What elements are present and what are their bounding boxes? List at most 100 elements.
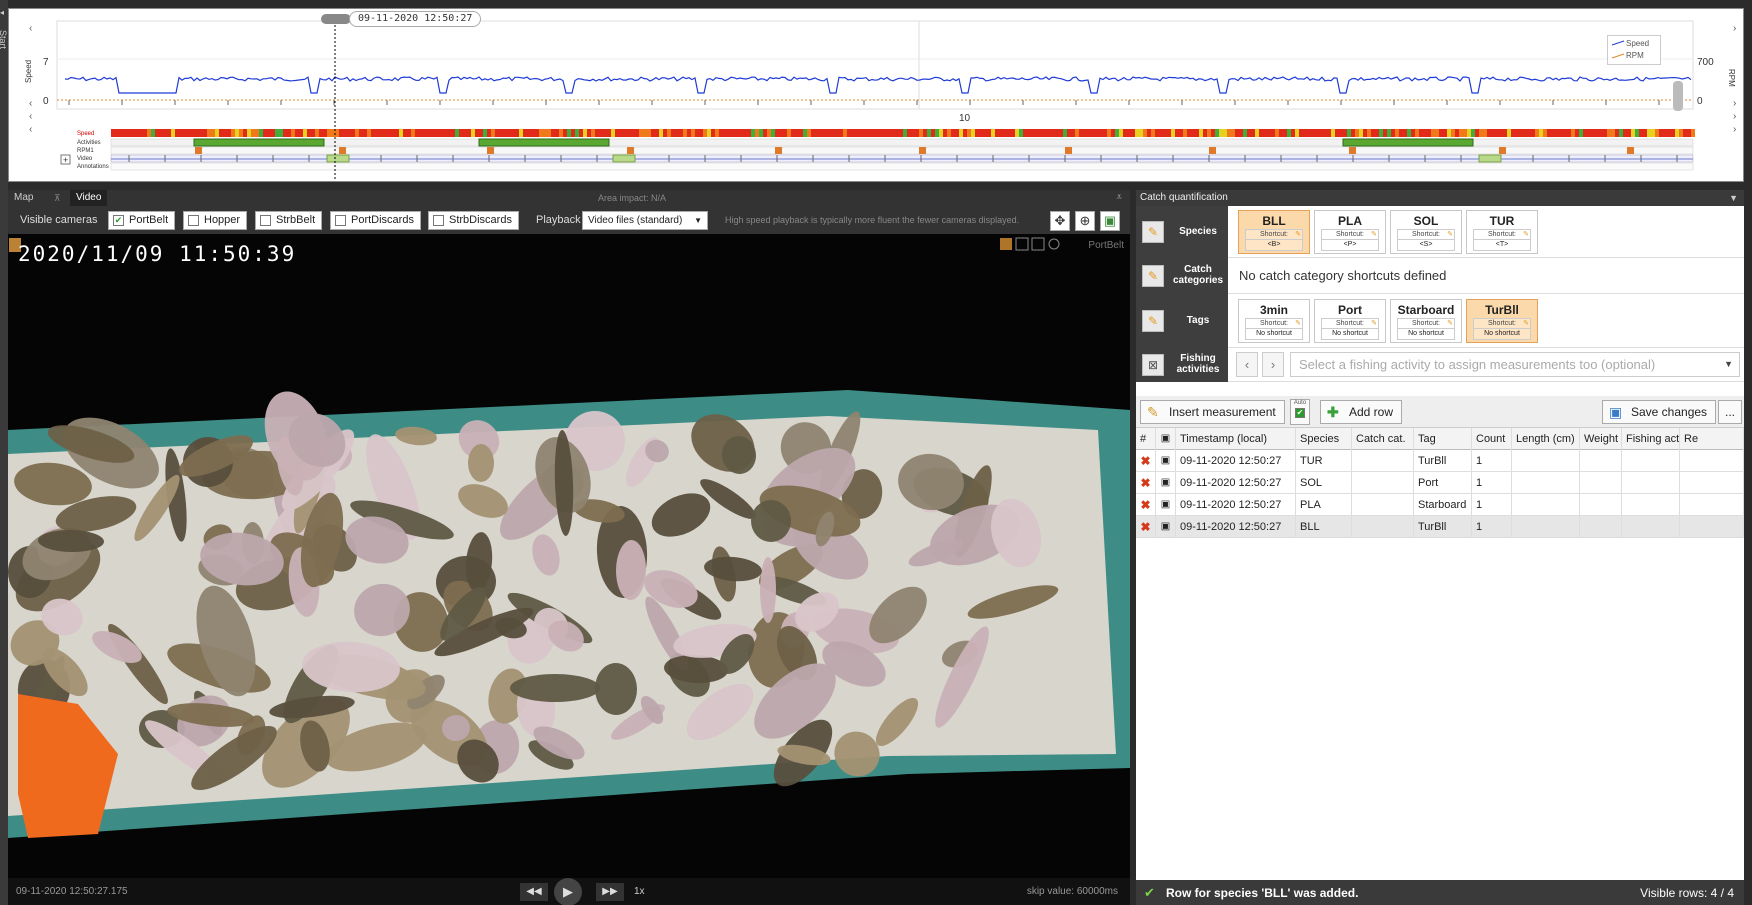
fast-forward-button[interactable]: ▶▶ (596, 883, 624, 901)
table-row[interactable]: ✖ ▣ 09-11-2020 12:50:27 SOL Port 1 (1136, 472, 1744, 494)
clear-fishing-activity-button[interactable]: ⊠ (1142, 354, 1164, 376)
row-image-icon[interactable]: ▣ (1156, 494, 1176, 516)
col-header-length[interactable]: Length (cm) (1512, 428, 1580, 450)
edit-shortcut-icon[interactable]: ✎ (1447, 230, 1453, 239)
camera-toggle-strbbelt[interactable]: StrbBelt (255, 211, 323, 230)
edit-shortcut-icon[interactable]: ✎ (1523, 230, 1529, 239)
cell-length[interactable] (1512, 494, 1580, 516)
scroll-left-low-icon[interactable]: ‹ (29, 112, 32, 122)
cell-timestamp[interactable]: 09-11-2020 12:50:27 (1176, 450, 1296, 472)
cell-species[interactable]: BLL (1296, 516, 1352, 538)
cell-weight[interactable] (1580, 472, 1622, 494)
tag-chip-starboard[interactable]: Starboard Shortcut: ✎ No shortcut (1390, 299, 1462, 343)
edit-tags-button[interactable]: ✎ (1142, 310, 1164, 332)
row-image-icon[interactable]: ▣ (1156, 472, 1176, 494)
edit-catch-categories-button[interactable]: ✎ (1142, 265, 1164, 287)
col-header-weight[interactable]: Weight (1580, 428, 1622, 450)
col-header-species[interactable]: Species (1296, 428, 1352, 450)
more-options-button[interactable]: ... (1718, 400, 1743, 424)
pan-move-icon[interactable]: ✥ (1050, 211, 1070, 231)
cell-count[interactable]: 1 (1472, 494, 1512, 516)
cell-species[interactable]: TUR (1296, 450, 1352, 472)
zoom-pan-icon[interactable]: ⊕ (1075, 211, 1095, 231)
cell-fishing-act[interactable] (1622, 472, 1680, 494)
scroll-left-bottom-icon[interactable]: ‹ (29, 125, 32, 135)
start-sidebar-tab[interactable]: ◂ Start (0, 0, 8, 905)
next-activity-button[interactable]: › (1262, 352, 1284, 377)
panel-menu-icon[interactable]: ⩡ (1116, 190, 1122, 206)
species-chip-pla[interactable]: PLA Shortcut: ✎ <P> (1314, 210, 1386, 254)
scroll-left-top-icon[interactable]: ‹ (29, 24, 32, 34)
tag-chip-3min[interactable]: 3min Shortcut: ✎ No shortcut (1238, 299, 1310, 343)
cell-length[interactable] (1512, 472, 1580, 494)
panel-collapse-icon[interactable]: ▼ (1729, 190, 1738, 206)
table-row[interactable]: ✖ ▣ 09-11-2020 12:50:27 PLA Starboard 1 (1136, 494, 1744, 516)
scroll-right-mid-icon[interactable]: › (1733, 99, 1736, 109)
fishing-activity-select[interactable]: Select a fishing activity to assign meas… (1290, 352, 1740, 377)
time-cursor-handle[interactable] (321, 14, 351, 24)
table-row[interactable]: ✖ ▣ 09-11-2020 12:50:27 BLL TurBll 1 (1136, 516, 1744, 538)
playback-mode-select[interactable]: Video files (standard) ▼ (582, 211, 708, 230)
edit-species-button[interactable]: ✎ (1142, 221, 1164, 243)
cell-re[interactable] (1680, 472, 1744, 494)
row-image-icon[interactable]: ▣ (1156, 450, 1176, 472)
camera-toggle-portdiscards[interactable]: PortDiscards (330, 211, 421, 230)
col-header-index[interactable]: # (1136, 428, 1156, 450)
cell-tag[interactable]: TurBll (1414, 516, 1472, 538)
cell-catch-cat[interactable] (1352, 516, 1414, 538)
edit-shortcut-icon[interactable]: ✎ (1295, 319, 1301, 328)
cell-tag[interactable]: Starboard (1414, 494, 1472, 516)
cell-count[interactable]: 1 (1472, 516, 1512, 538)
scroll-left-mid-icon[interactable]: ‹ (29, 99, 32, 109)
cell-count[interactable]: 1 (1472, 450, 1512, 472)
species-chip-bll[interactable]: BLL Shortcut: ✎ <B> (1238, 210, 1310, 254)
delete-row-icon[interactable]: ✖ (1136, 494, 1156, 516)
scroll-right-low-icon[interactable]: › (1733, 112, 1736, 122)
cell-timestamp[interactable]: 09-11-2020 12:50:27 (1176, 516, 1296, 538)
camera-toggle-strbdiscards[interactable]: StrbDiscards (428, 211, 519, 230)
col-header-timestamp[interactable]: Timestamp (local) (1176, 428, 1296, 450)
delete-row-icon[interactable]: ✖ (1136, 472, 1156, 494)
edit-shortcut-icon[interactable]: ✎ (1371, 230, 1377, 239)
cell-tag[interactable]: TurBll (1414, 450, 1472, 472)
table-row[interactable]: ✖ ▣ 09-11-2020 12:50:27 TUR TurBll 1 (1136, 450, 1744, 472)
expand-arrow-icon[interactable]: ◂ (0, 8, 4, 17)
cell-fishing-act[interactable] (1622, 516, 1680, 538)
cell-timestamp[interactable]: 09-11-2020 12:50:27 (1176, 472, 1296, 494)
rewind-button[interactable]: ◀◀ (520, 883, 548, 901)
tab-map[interactable]: Map (8, 190, 39, 206)
add-row-button[interactable]: ✚ Add row (1320, 400, 1403, 424)
cell-weight[interactable] (1580, 494, 1622, 516)
cell-length[interactable] (1512, 450, 1580, 472)
col-header-fishing-act[interactable]: Fishing act (1622, 428, 1680, 450)
cell-tag[interactable]: Port (1414, 472, 1472, 494)
cell-catch-cat[interactable] (1352, 494, 1414, 516)
cell-length[interactable] (1512, 516, 1580, 538)
cell-weight[interactable] (1580, 450, 1622, 472)
cell-re[interactable] (1680, 516, 1744, 538)
tab-video[interactable]: Video (70, 190, 108, 206)
cell-re[interactable] (1680, 494, 1744, 516)
auto-toggle[interactable]: Auto ✔ (1290, 399, 1310, 425)
camera-toggle-hopper[interactable]: Hopper (183, 211, 248, 230)
delete-row-icon[interactable]: ✖ (1136, 516, 1156, 538)
camera-toggle-portbelt[interactable]: ✔ PortBelt (108, 211, 176, 230)
save-changes-button[interactable]: ▣ Save changes (1602, 400, 1717, 424)
tab-pin-icon[interactable]: ⊼ (54, 190, 61, 206)
cell-fishing-act[interactable] (1622, 450, 1680, 472)
col-header-catch-cat[interactable]: Catch cat. (1352, 428, 1414, 450)
play-button[interactable]: ▶ (554, 878, 582, 905)
edit-shortcut-icon[interactable]: ✎ (1371, 319, 1377, 328)
video-viewport[interactable]: 2020/11/09 11:50:39 PortBelt (8, 234, 1130, 878)
cell-catch-cat[interactable] (1352, 472, 1414, 494)
col-header-tag[interactable]: Tag (1414, 428, 1472, 450)
insert-measurement-button[interactable]: ✎ Insert measurement (1140, 400, 1285, 424)
cell-count[interactable]: 1 (1472, 472, 1512, 494)
cell-timestamp[interactable]: 09-11-2020 12:50:27 (1176, 494, 1296, 516)
previous-activity-button[interactable]: ‹ (1236, 352, 1258, 377)
timeline-panel[interactable]: 7 0 700 0 Speed RPM 10 Speed Activities … (8, 8, 1744, 182)
col-header-image[interactable]: ▣ (1156, 428, 1176, 450)
edit-shortcut-icon[interactable]: ✎ (1523, 319, 1529, 328)
cell-weight[interactable] (1580, 516, 1622, 538)
edit-shortcut-icon[interactable]: ✎ (1447, 319, 1453, 328)
